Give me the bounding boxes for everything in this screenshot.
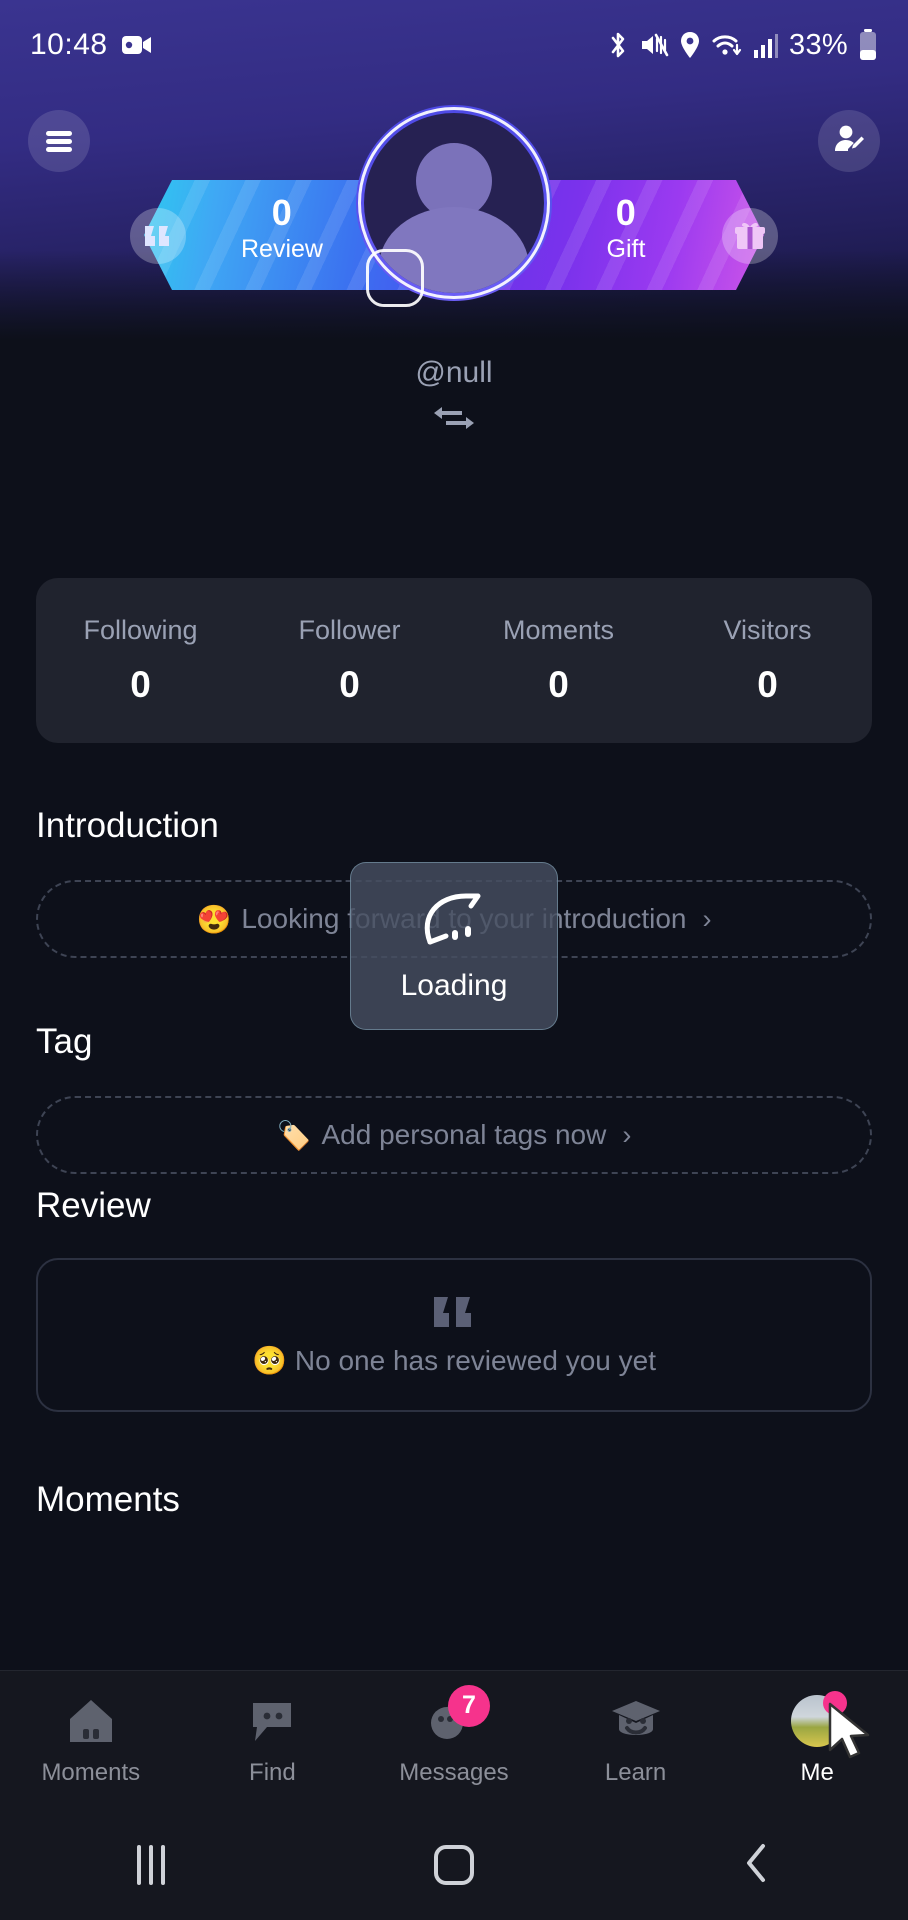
status-bar: 10:48 33% [0,0,908,90]
review-count: 0 [271,192,293,233]
tag-emoji: 🏷️ [276,1119,312,1151]
cellular-signal-icon [753,31,779,59]
mute-icon [639,30,669,60]
back-icon [742,1841,772,1890]
home-icon [61,1695,121,1747]
chevron-right-icon: › [622,1119,632,1150]
gift-label: Gift [606,234,646,263]
loading-toast: Loading [350,862,558,1030]
gift-stat[interactable]: 0 Gift [526,194,726,262]
section-title-review: Review [36,1186,151,1225]
video-recording-icon [121,34,152,56]
stat-label: Visitors [723,615,812,645]
nav-tab-find[interactable]: Find [182,1671,364,1810]
nav-label: Moments [41,1758,141,1786]
review-empty-text-row: 🥺 No one has reviewed you yet [252,1344,656,1377]
loading-label: Loading [400,968,508,1002]
profile-handle: @null [415,356,493,389]
bluetooth-icon [607,30,629,60]
nav-label: Learn [604,1758,667,1786]
messages-unread-badge: 7 [447,1684,490,1727]
gift-count: 0 [615,192,637,233]
stat-follower[interactable]: Follower 0 [245,578,454,743]
hamburger-menu-icon [46,128,72,155]
review-label: Review [241,234,323,263]
nav-label: Find [249,1758,296,1786]
back-button[interactable] [697,1810,817,1920]
hamburger-menu-button[interactable] [28,110,90,172]
loading-spinner-icon [416,890,492,957]
status-bar-clock: 10:48 [30,28,108,61]
swap-arrows-icon[interactable] [430,400,478,441]
mouse-cursor [826,1702,878,1769]
quote-icon [431,1293,477,1336]
stat-following[interactable]: Following 0 [36,578,245,743]
edit-profile-button[interactable] [818,110,880,172]
stat-value: 0 [339,664,360,705]
phone-screen: 10:48 33% 0 Review 0 Gift @null Followin… [0,0,908,1920]
stat-visitors[interactable]: Visitors 0 [663,578,872,743]
wifi-icon [711,31,743,59]
status-bar-right: 33% [607,29,878,62]
nav-tab-me[interactable]: Me [726,1671,908,1810]
chevron-right-icon: › [702,903,712,934]
review-stat[interactable]: 0 Review [182,194,382,262]
stat-label: Following [83,615,198,645]
chat-bubble-icon [242,1695,302,1747]
stat-label: Follower [298,615,401,645]
home-button-icon [433,1845,474,1885]
profile-stats-card: Following 0 Follower 0 Moments 0 Visitor… [36,578,872,743]
section-title-moments: Moments [36,1480,180,1519]
stat-value: 0 [548,664,569,705]
review-empty-card[interactable]: 🥺 No one has reviewed you yet [36,1258,872,1412]
tag-empty-button[interactable]: 🏷️ Add personal tags now › [36,1096,872,1174]
avatar-upload-badge[interactable] [366,249,424,307]
location-icon [679,30,701,60]
recents-button[interactable] [91,1810,211,1920]
android-system-navigation [0,1810,908,1920]
nav-label: Messages [399,1758,509,1786]
stat-label: Moments [502,615,615,645]
section-title-tag: Tag [36,1022,93,1061]
battery-icon [858,29,878,61]
review-emoji: 🥺 [252,1345,287,1376]
profile-avatar[interactable] [356,105,552,307]
tag-empty-text: Add personal tags now [321,1119,607,1150]
nav-tab-moments[interactable]: Moments [0,1671,182,1810]
nav-tab-messages[interactable]: 7 Messages [363,1671,545,1810]
status-bar-left: 10:48 [30,28,152,62]
home-button[interactable] [394,1810,514,1920]
stat-moments[interactable]: Moments 0 [454,578,663,743]
battery-percent-label: 33% [789,28,848,61]
stat-value: 0 [757,664,778,705]
review-empty-text: No one has reviewed you yet [294,1344,656,1376]
edit-profile-icon [831,121,867,162]
quote-icon [130,208,186,264]
messages-icon: 7 [424,1684,490,1747]
section-title-introduction: Introduction [36,806,219,845]
introduction-emoji: 😍 [196,903,232,935]
recents-icon [137,1845,166,1885]
stat-value: 0 [130,664,151,705]
graduation-cap-icon [606,1695,666,1747]
nav-tab-learn[interactable]: Learn [545,1671,727,1810]
gift-icon [722,208,778,264]
bottom-navigation-bar: Moments Find 7 Messages Learn Me [0,1670,908,1810]
